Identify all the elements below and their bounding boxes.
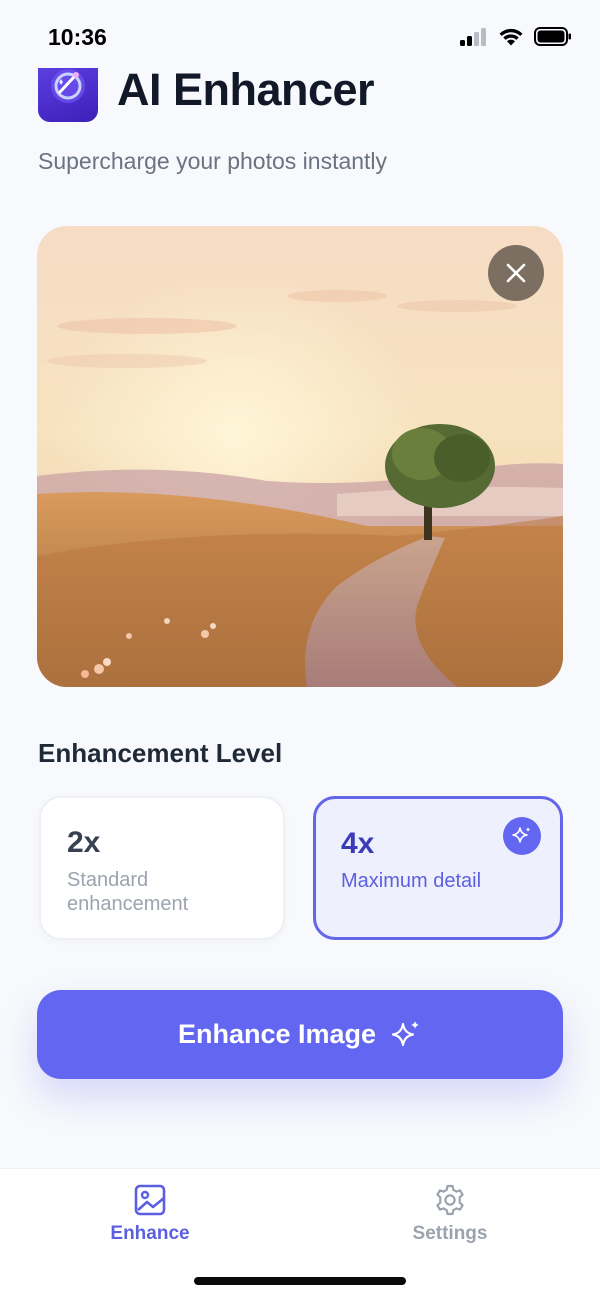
close-icon (506, 263, 526, 283)
section-title: Enhancement Level (38, 738, 283, 768)
landscape-image (37, 226, 563, 687)
level-description: Standard enhancement (67, 869, 189, 915)
status-time: 10:36 (48, 24, 107, 50)
level-description: Maximum detail (341, 870, 482, 892)
wifi-icon (499, 28, 523, 46)
gear-icon (436, 1184, 464, 1216)
tab-label: Settings (412, 1223, 488, 1244)
app-subtitle: Supercharge your photos instantly (38, 148, 388, 174)
enhance-button-label: Enhance Image (177, 1019, 377, 1049)
screen: 10:36 AI Enhancer Supercharge your photo… (0, 0, 600, 1299)
tab-enhance[interactable]: Enhance (80, 1183, 220, 1263)
image-icon (134, 1184, 166, 1216)
app-title: AI Enhancer (117, 64, 375, 115)
sparkle-icon (512, 827, 531, 843)
level-value: 2x (67, 826, 101, 859)
tab-label: Enhance (110, 1223, 190, 1244)
enhance-image-button[interactable]: Enhance Image (37, 990, 563, 1079)
status-bar: 10:36 (0, 0, 600, 64)
tab-settings[interactable]: Settings (380, 1183, 520, 1263)
status-icons (460, 27, 572, 46)
sparkle-icon (391, 1020, 420, 1046)
level-option-2x[interactable]: 2x Standard enhancement (39, 796, 285, 940)
image-preview[interactable] (37, 226, 563, 687)
home-indicator (194, 1277, 406, 1285)
app-logo-icon (38, 68, 98, 122)
cellular-signal-icon (460, 27, 486, 46)
level-option-4x[interactable]: 4x Maximum detail (313, 796, 563, 940)
level-value: 4x (341, 827, 375, 860)
close-button[interactable] (488, 245, 544, 301)
battery-icon (534, 27, 571, 46)
selected-badge (503, 817, 541, 855)
